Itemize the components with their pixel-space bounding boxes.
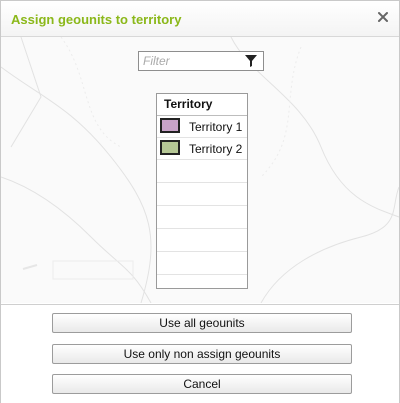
empty-row bbox=[157, 206, 247, 229]
dialog-body: Territory Territory 1 Territory 2 bbox=[1, 37, 399, 303]
funnel-icon[interactable] bbox=[245, 55, 257, 67]
empty-row bbox=[157, 252, 247, 275]
filter-input[interactable] bbox=[143, 54, 239, 68]
empty-row bbox=[157, 183, 247, 206]
empty-row bbox=[157, 275, 247, 288]
empty-row bbox=[157, 229, 247, 252]
empty-row bbox=[157, 160, 247, 183]
use-non-assigned-geounits-button[interactable]: Use only non assign geounits bbox=[52, 344, 352, 364]
territory-row[interactable]: Territory 2 bbox=[157, 138, 247, 160]
filter-box bbox=[138, 51, 264, 71]
dialog-footer: Use all geounits Use only non assign geo… bbox=[1, 304, 399, 403]
territory-name: Territory 2 bbox=[189, 142, 243, 156]
territory-row[interactable]: Territory 1 bbox=[157, 116, 247, 138]
assign-geounits-dialog: Assign geounits to territory Filter Terr… bbox=[0, 0, 400, 403]
territory-table: Territory Territory 1 Territory 2 bbox=[156, 93, 248, 289]
territory-color-swatch bbox=[160, 140, 180, 155]
cancel-button[interactable]: Cancel bbox=[52, 374, 352, 394]
territory-column-header: Territory bbox=[157, 94, 247, 116]
use-all-geounits-button[interactable]: Use all geounits bbox=[52, 313, 352, 333]
territory-name: Territory 1 bbox=[189, 120, 243, 134]
territory-color-swatch bbox=[160, 118, 180, 133]
dialog-titlebar: Assign geounits to territory bbox=[1, 1, 399, 37]
close-icon[interactable] bbox=[376, 10, 390, 24]
dialog-title: Assign geounits to territory bbox=[11, 12, 182, 27]
